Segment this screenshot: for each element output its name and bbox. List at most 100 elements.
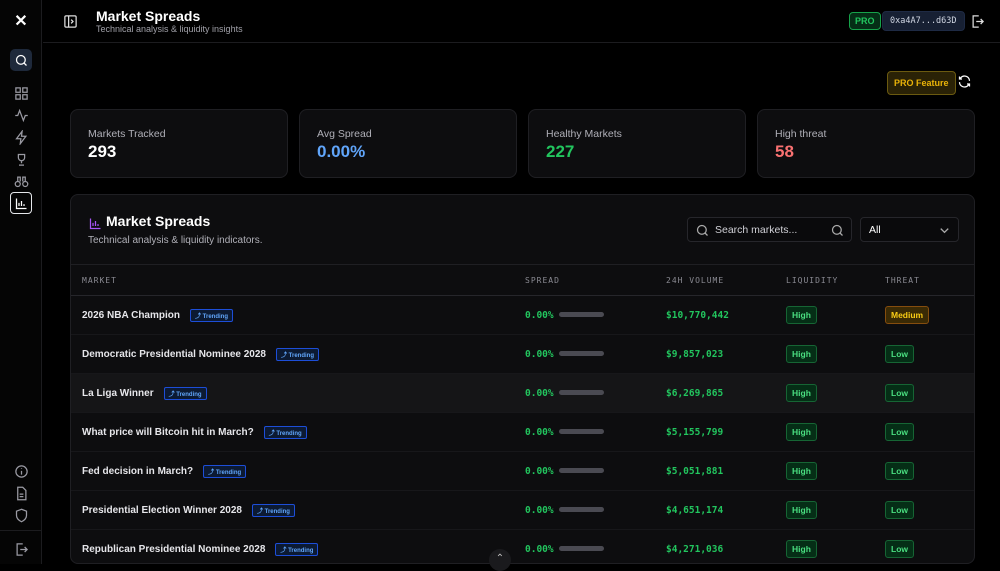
sidebar-toggle-icon[interactable] <box>59 10 81 32</box>
scroll-top-button[interactable]: ⌃ <box>489 549 511 571</box>
market-spreads-panel: Market Spreads Technical analysis & liqu… <box>70 194 975 564</box>
spread-bar <box>558 351 604 357</box>
column-header-market[interactable]: MARKET <box>71 264 525 296</box>
dashboard-icon[interactable] <box>10 82 32 104</box>
binoculars-icon[interactable] <box>10 170 32 192</box>
threat-cell: Low <box>885 334 974 374</box>
threat-cell: Low <box>885 490 974 530</box>
volume-value: $5,155,799 <box>666 426 724 438</box>
market-cell: 2026 NBA Champion ⤴ Trending <box>71 295 525 335</box>
liquidity-badge: High <box>786 345 817 363</box>
spread-cell: 0.00% <box>525 373 666 413</box>
volume-cell: $4,651,174 <box>666 490 786 530</box>
trending-label: Trending <box>276 430 302 437</box>
table-row[interactable]: Republican Presidential Nominee 2028 ⤴ Tr… <box>71 529 974 563</box>
trending-label: Trending <box>288 352 314 359</box>
table-row[interactable]: Democratic Presidential Nominee 2028 ⤴ Tr… <box>71 334 974 374</box>
column-header-volume[interactable]: 24H VOLUME <box>666 264 786 296</box>
spread-value: 0.00% <box>525 504 554 516</box>
spread-bar <box>558 429 604 435</box>
trending-badge: ⤴ Trending <box>263 425 307 439</box>
spread-cell: 0.00% <box>525 490 666 530</box>
table-row[interactable]: Fed decision in March? ⤴ Trending 0.00% $… <box>71 451 974 491</box>
table-row[interactable]: What price will Bitcoin hit in March? ⤴ T… <box>71 412 974 452</box>
spread-cell: 0.00% <box>525 334 666 374</box>
page-subtitle: Technical analysis & liquidity insights <box>96 24 243 34</box>
spread-bar <box>558 546 604 552</box>
table-row[interactable]: Presidential Election Winner 2028 ⤴ Trend… <box>71 490 974 530</box>
trending-icon: ⤴ <box>280 352 289 359</box>
wallet-address-button[interactable]: 0xa4A7...d63D <box>882 11 965 31</box>
threat-cell: Low <box>885 529 974 563</box>
stat-label: Markets Tracked <box>88 128 166 140</box>
zap-icon[interactable] <box>10 126 32 148</box>
threat-badge: Low <box>885 501 914 519</box>
market-cell: Democratic Presidential Nominee 2028 ⤴ Tr… <box>71 334 525 374</box>
spread-cell: 0.00% <box>525 412 666 452</box>
market-name: What price will Bitcoin hit in March? <box>82 426 254 438</box>
document-icon[interactable] <box>10 482 32 504</box>
trophy-icon[interactable] <box>10 148 32 170</box>
column-header-liquidity[interactable]: LIQUIDITY <box>786 264 885 296</box>
search-icon[interactable] <box>10 49 32 71</box>
liquidity-badge: High <box>786 423 817 441</box>
logout-icon[interactable] <box>966 10 988 32</box>
threat-cell: Medium <box>885 295 974 335</box>
shield-icon[interactable] <box>10 504 32 526</box>
market-cell: La Liga Winner ⤴ Trending <box>71 373 525 413</box>
spread-value: 0.00% <box>525 387 554 399</box>
trending-label: Trending <box>215 469 242 476</box>
volume-cell: $10,770,442 <box>666 295 786 335</box>
liquidity-cell: High <box>786 529 885 563</box>
chevron-down-icon <box>933 219 955 241</box>
stat-card-healthy-markets: Healthy Markets 227 <box>528 109 746 178</box>
stat-card-high-threat: High threat 58 <box>757 109 975 178</box>
spread-value: 0.00% <box>525 309 554 321</box>
threat-badge: Low <box>885 345 914 363</box>
trending-badge: ⤴ Trending <box>251 503 295 517</box>
trending-icon: ⤴ <box>280 547 289 554</box>
liquidity-cell: High <box>786 412 885 452</box>
liquidity-badge: High <box>786 501 817 519</box>
trending-label: Trending <box>288 547 314 554</box>
logo-icon[interactable]: ✕ <box>10 10 32 32</box>
table-row[interactable]: La Liga Winner ⤴ Trending 0.00% $6,269,86… <box>71 373 974 413</box>
trending-label: Trending <box>202 313 228 320</box>
liquidity-cell: High <box>786 490 885 530</box>
spread-cell: 0.00% <box>525 295 666 335</box>
liquidity-cell: High <box>786 373 885 413</box>
trending-badge: ⤴ Trending <box>275 347 319 361</box>
pro-badge: PRO <box>849 12 881 30</box>
liquidity-cell: High <box>786 334 885 374</box>
volume-value: $5,051,881 <box>666 465 724 477</box>
liquidity-badge: High <box>786 462 817 480</box>
search-icon <box>691 219 713 241</box>
activity-icon[interactable] <box>10 104 32 126</box>
trending-label: Trending <box>176 391 202 398</box>
threat-cell: Low <box>885 412 974 452</box>
spread-value: 0.00% <box>525 465 554 477</box>
volume-value: $9,857,023 <box>666 348 724 360</box>
market-cell: Republican Presidential Nominee 2028 ⤴ Tr… <box>71 529 525 563</box>
column-header-threat[interactable]: THREAT <box>885 264 974 296</box>
market-name: Fed decision in March? <box>82 465 194 477</box>
trending-icon: ⤴ <box>256 508 265 515</box>
refresh-icon[interactable] <box>953 70 975 92</box>
spread-value: 0.00% <box>525 348 554 360</box>
spread-bar <box>558 390 604 396</box>
volume-cell: $5,051,881 <box>666 451 786 491</box>
threat-badge: Low <box>885 423 914 441</box>
volume-value: $10,770,442 <box>666 309 729 321</box>
table-row[interactable]: 2026 NBA Champion ⤴ Trending 0.00% $10,77… <box>71 295 974 335</box>
stat-label: Healthy Markets <box>546 128 622 140</box>
search-icon[interactable] <box>826 219 848 241</box>
volume-cell: $6,269,865 <box>666 373 786 413</box>
bar-chart-icon[interactable] <box>10 192 32 214</box>
column-header-spread[interactable]: SPREAD <box>525 264 666 296</box>
logout-icon[interactable] <box>10 538 32 560</box>
stat-card-markets-tracked: Markets Tracked 293 <box>70 109 288 178</box>
market-cell: Fed decision in March? ⤴ Trending <box>71 451 525 491</box>
liquidity-badge: High <box>786 540 817 558</box>
trending-icon: ⤴ <box>194 313 203 320</box>
info-icon[interactable] <box>10 460 32 482</box>
